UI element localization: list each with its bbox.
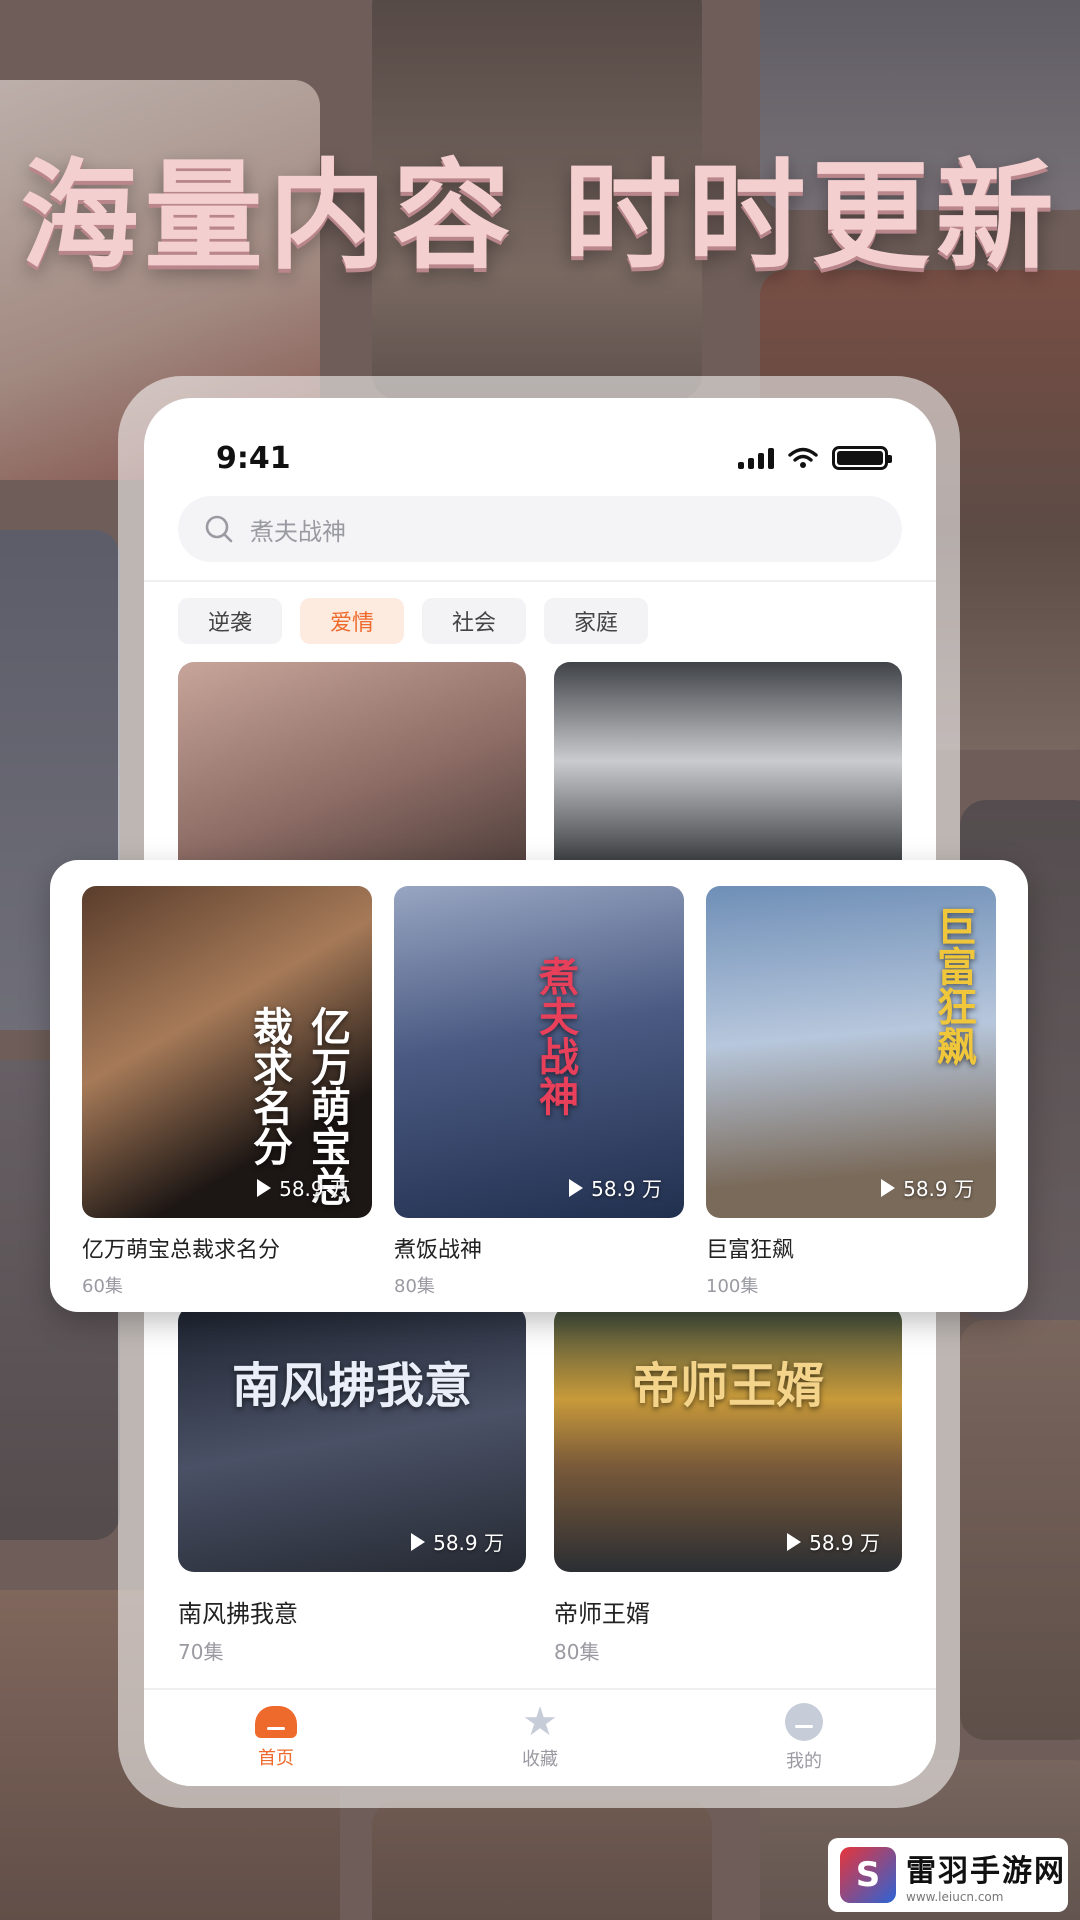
drama-title[interactable]: 煮饭战神 — [394, 1232, 684, 1264]
featured-dramas-card: 亿万萌宝总裁求名分 58.9 万 亿万萌宝总裁求名分 60集 煮夫战神 58.9… — [50, 860, 1028, 1312]
poster-title-art: 巨富狂飙 — [930, 906, 976, 1066]
play-count: 58.9 万 — [569, 1173, 662, 1202]
tab-category[interactable]: 家庭 — [544, 598, 648, 644]
play-count: 58.9 万 — [411, 1527, 504, 1556]
wifi-icon — [788, 447, 818, 468]
episode-count: 80集 — [554, 1640, 600, 1664]
battery-icon — [832, 446, 892, 470]
episode-count: 80集 — [394, 1276, 435, 1297]
poster-image: 煮夫战神 58.9 万 — [394, 886, 684, 1218]
play-icon — [881, 1178, 896, 1197]
status-icons — [738, 446, 892, 470]
episode-count: 100集 — [706, 1276, 759, 1297]
poster-title-art: 煮夫战神 — [532, 956, 578, 1116]
category-tabs: 逆袭 爱情 社会 家庭 — [178, 598, 648, 644]
tab-category[interactable]: 逆袭 — [178, 598, 282, 644]
star-icon: ★ — [522, 1699, 558, 1745]
watermark-badge: S 雷羽手游网 www.leiucn.com — [828, 1838, 1068, 1912]
play-icon — [257, 1178, 272, 1197]
divider — [144, 580, 936, 582]
background-poster — [372, 1800, 712, 1920]
drama-title[interactable]: 亿万萌宝总裁求名分 — [82, 1232, 372, 1264]
drama-title[interactable]: 巨富狂飙 — [706, 1232, 996, 1264]
tab-category-active[interactable]: 爱情 — [300, 598, 404, 644]
episode-count: 70集 — [178, 1640, 224, 1664]
poster-title-art: 帝师王婿 — [631, 1358, 824, 1414]
featured-item[interactable]: 煮夫战神 58.9 万 煮饭战神 80集 — [394, 886, 684, 1298]
play-count: 58.9 万 — [787, 1527, 880, 1556]
nav-favorites[interactable]: ★ 收藏 — [470, 1699, 610, 1771]
watermark-logo-icon: S — [840, 1847, 896, 1903]
drama-title[interactable]: 帝师王婿 — [554, 1594, 650, 1629]
cellular-signal-icon — [738, 447, 774, 469]
poster-image — [178, 662, 526, 882]
drama-card[interactable]: 帝师王婿 58.9 万 — [554, 1306, 902, 1572]
watermark-url: www.leiucn.com — [906, 1890, 1004, 1904]
nav-home[interactable]: 首页 — [206, 1706, 346, 1770]
nav-profile[interactable]: 我的 — [734, 1703, 874, 1773]
status-time: 9:41 — [216, 440, 291, 476]
nav-label: 收藏 — [522, 1749, 558, 1770]
home-icon — [255, 1706, 297, 1738]
search-placeholder: 煮夫战神 — [250, 517, 346, 546]
featured-item[interactable]: 亿万萌宝总裁求名分 58.9 万 亿万萌宝总裁求名分 60集 — [82, 886, 372, 1298]
poster-image — [554, 662, 902, 882]
poster-image: 亿万萌宝总裁求名分 58.9 万 — [82, 886, 372, 1218]
nav-label: 我的 — [786, 1751, 822, 1772]
episode-count: 60集 — [82, 1276, 123, 1297]
bottom-nav: 首页 ★ 收藏 我的 — [144, 1688, 936, 1786]
poster-title-art: 南风拂我意 — [231, 1358, 472, 1414]
drama-card[interactable]: 南风拂我意 58.9 万 — [178, 1306, 526, 1572]
hero-title: 海量内容 时时更新 — [20, 147, 1060, 285]
watermark-name: 雷羽手游网 — [906, 1854, 1066, 1889]
play-count: 58.9 万 — [881, 1173, 974, 1202]
status-bar: 9:41 — [144, 398, 936, 488]
tab-category[interactable]: 社会 — [422, 598, 526, 644]
play-count: 58.9 万 — [257, 1173, 350, 1202]
play-icon — [411, 1532, 426, 1551]
drama-card[interactable] — [554, 662, 902, 882]
poster-image: 巨富狂飙 58.9 万 — [706, 886, 996, 1218]
play-icon — [569, 1178, 584, 1197]
search-icon — [205, 515, 233, 543]
watermark-text: 雷羽手游网 www.leiucn.com — [906, 1846, 1066, 1904]
drama-title[interactable]: 南风拂我意 — [178, 1594, 298, 1629]
featured-item[interactable]: 巨富狂飙 58.9 万 巨富狂飙 100集 — [706, 886, 996, 1298]
nav-label: 首页 — [258, 1748, 294, 1769]
user-icon — [785, 1703, 823, 1741]
background-poster — [960, 1320, 1080, 1740]
drama-card[interactable] — [178, 662, 526, 882]
search-input[interactable]: 煮夫战神 — [178, 496, 902, 562]
play-icon — [787, 1532, 802, 1551]
